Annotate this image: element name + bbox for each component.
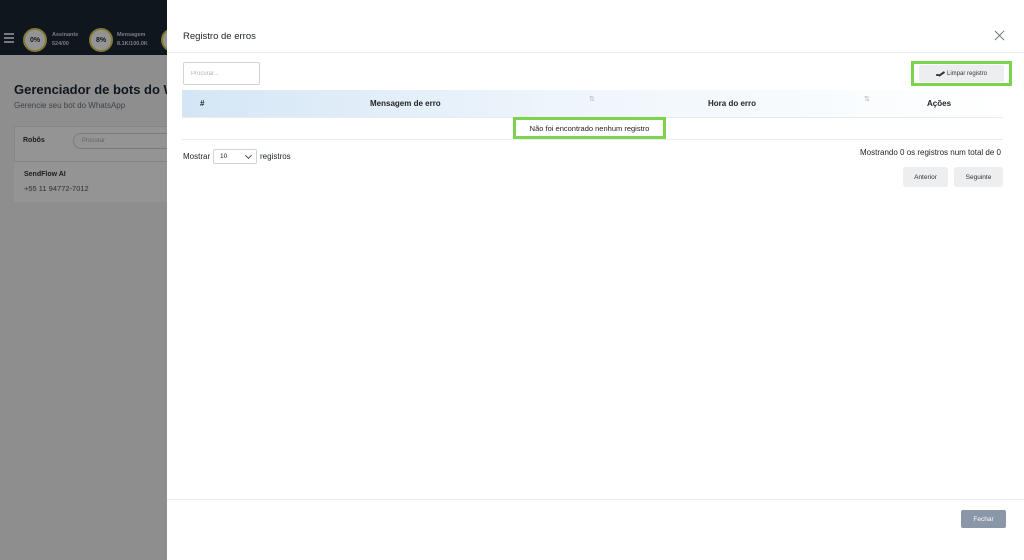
empty-table-message: Não foi encontrado nenhum registro	[513, 117, 666, 139]
sort-icon[interactable]: ⇅	[589, 95, 595, 103]
search-input[interactable]	[183, 62, 260, 85]
chevron-down-icon	[244, 151, 253, 160]
page-length-value: 10	[220, 153, 228, 160]
clear-log-button[interactable]: Limpar registro	[911, 61, 1012, 86]
table-header: # Mensagem de erro ⇅ Hora do erro ⇅ Açõe…	[182, 90, 1003, 118]
page-length-select[interactable]: 10	[213, 149, 257, 164]
length-label-before: Mostrar	[183, 152, 211, 161]
close-modal-button[interactable]: Fechar	[961, 510, 1006, 528]
close-icon[interactable]	[993, 29, 1007, 43]
clear-log-label: Limpar registro	[946, 70, 987, 77]
table-info: Mostrando 0 os registros num total de 0	[860, 148, 1001, 157]
sort-icon[interactable]: ⇅	[864, 95, 870, 103]
error-log-modal: Registro de erros Limpar registro # Mens…	[167, 0, 1024, 560]
table-row: Não foi encontrado nenhum registro	[182, 117, 1003, 140]
modal-title: Registro de erros	[183, 31, 256, 42]
column-header-error-time[interactable]: Hora do erro	[708, 99, 756, 108]
previous-page-button[interactable]: Anterior	[903, 167, 948, 187]
next-page-button[interactable]: Seguinte	[954, 167, 1003, 187]
column-header-index[interactable]: #	[200, 99, 204, 108]
modal-footer-divider	[167, 499, 1024, 500]
length-label-after: registros	[260, 152, 291, 161]
column-header-error-message[interactable]: Mensagem de erro	[370, 99, 441, 108]
modal-header: Registro de erros	[167, 0, 1024, 53]
column-header-actions: Ações	[927, 99, 952, 108]
brush-icon	[935, 71, 945, 76]
